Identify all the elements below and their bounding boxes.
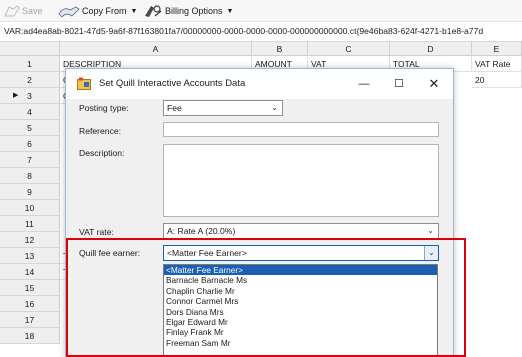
reference-input[interactable] [163, 122, 439, 137]
chevron-down-icon: ⌄ [271, 103, 278, 112]
row-header-11[interactable]: 11 [0, 216, 60, 232]
row-header-9[interactable]: 9 [0, 184, 60, 200]
row-header-8[interactable]: 8 [0, 168, 60, 184]
toolbar: Save Copy From ▼ Billing Options ▼ [0, 0, 522, 22]
column-header-b[interactable]: B [252, 42, 308, 56]
row-header-6[interactable]: 6 [0, 136, 60, 152]
maximize-button[interactable]: ☐ [388, 74, 410, 94]
current-row-icon: ▶ [13, 92, 19, 99]
row-header-12[interactable]: 12 [0, 232, 60, 248]
row-header-14[interactable]: 14 [0, 264, 60, 280]
chevron-down-icon: ⌄ [427, 226, 434, 235]
floppy-disk-icon [4, 5, 20, 17]
dialog-titlebar[interactable]: Set Quill Interactive Accounts Data — ☐ … [66, 69, 453, 99]
column-header-d[interactable]: D [390, 42, 472, 56]
row-header-18[interactable]: 18 [0, 328, 60, 344]
billing-options-button[interactable]: Billing Options ▼ [143, 3, 233, 19]
highlight-annotation [66, 238, 466, 357]
quill-app-icon [77, 77, 91, 90]
row-header-2[interactable]: 2 [0, 72, 60, 88]
posting-type-label: Posting type: [79, 103, 129, 113]
billing-options-label: Billing Options [165, 6, 223, 16]
column-header-a[interactable]: A [60, 42, 252, 56]
copy-from-button[interactable]: Copy From ▼ [58, 3, 137, 19]
path-bar: VAR:ad4ea8ab-8021-47d5-9a6f-87f163801fa7… [0, 22, 522, 42]
row-header-17[interactable]: 17 [0, 312, 60, 328]
column-header-c[interactable]: C [308, 42, 390, 56]
grid-filler [454, 56, 472, 72]
column-header-e[interactable]: E [472, 42, 522, 56]
dialog-title: Set Quill Interactive Accounts Data [99, 78, 246, 89]
row-header-10[interactable]: 10 [0, 200, 60, 216]
vat-rate-select[interactable]: A: Rate A (20.0%) ⌄ [163, 223, 439, 239]
row-header-3[interactable]: ▶ 3 [0, 88, 60, 104]
save-button[interactable]: Save [4, 3, 43, 19]
row-header-15[interactable]: 15 [0, 280, 60, 296]
save-label: Save [22, 6, 43, 16]
row-header-1[interactable]: 1 [0, 56, 60, 72]
row-header-5[interactable]: 5 [0, 120, 60, 136]
copy-icon [58, 6, 80, 18]
vat-rate-label: VAT rate: [79, 227, 114, 237]
description-label: Description: [79, 148, 125, 158]
row-header-7[interactable]: 7 [0, 152, 60, 168]
cell-vat-rate-header[interactable]: VAT Rate [472, 56, 522, 72]
cell-e2[interactable]: 20 [472, 72, 522, 88]
posting-type-value: Fee [167, 103, 182, 113]
minimize-button[interactable]: — [353, 74, 375, 94]
row-header-16[interactable]: 16 [0, 296, 60, 312]
vat-rate-value: A: Rate A (20.0%) [167, 226, 236, 236]
copy-from-label: Copy From [82, 6, 127, 16]
row-number-text: 3 [27, 91, 32, 101]
posting-type-select[interactable]: Fee ⌄ [163, 100, 283, 116]
description-textarea[interactable] [163, 144, 439, 217]
grid-corner [0, 42, 60, 56]
row-header-13[interactable]: 13 [0, 248, 60, 264]
chevron-down-icon: ▼ [130, 7, 138, 15]
row-header-4[interactable]: 4 [0, 104, 60, 120]
billing-icon [145, 5, 162, 17]
close-button[interactable]: ✕ [423, 74, 445, 94]
chevron-down-icon: ▼ [226, 7, 234, 15]
reference-label: Reference: [79, 126, 122, 136]
